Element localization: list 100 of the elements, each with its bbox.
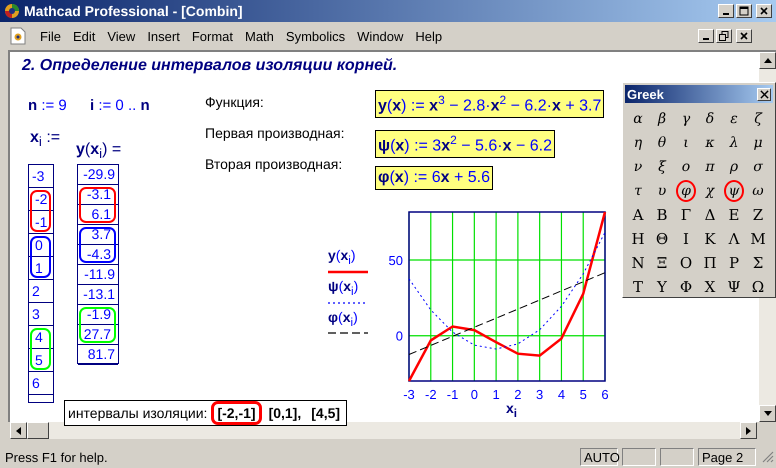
close-button[interactable] [756,4,772,18]
restore-button[interactable] [716,29,732,43]
table-cell: 6 [29,372,53,395]
menu-item[interactable]: Format [186,28,239,44]
math-expression: x$_{i}$ := [30,129,60,150]
greek-symbol-button[interactable]: Σ [746,251,770,275]
close-icon [760,90,768,98]
greek-symbol-button[interactable]: Λ [722,227,746,251]
close-button[interactable] [736,29,752,43]
legend-label: ψ(x$_{i}$) [328,278,358,298]
menu-item[interactable]: Symbolics [280,28,352,44]
axis-tick-label: 5 [580,387,587,402]
menu-item[interactable]: Help [409,28,448,44]
greek-symbol-button[interactable]: φ [676,180,696,202]
greek-symbol-button[interactable]: Ο [674,251,698,275]
document-icon[interactable] [10,27,26,45]
greek-symbol-button[interactable]: α [626,107,650,131]
minimize-button[interactable] [698,29,714,43]
menu-item[interactable]: Window [351,28,410,44]
table-cell: 6.1 [78,205,118,225]
menu-item[interactable]: View [101,28,142,44]
greek-symbol-button[interactable]: Τ [626,275,650,299]
greek-symbol-button[interactable]: Γ [674,203,698,227]
axis-label: x$_{i}$ [506,400,518,420]
table-cell: 2 [29,280,53,303]
greek-symbol-button[interactable]: χ [698,179,722,203]
greek-symbol-button[interactable]: ψ [724,180,744,202]
resize-grip-icon[interactable] [762,451,774,463]
greek-symbol-button[interactable]: ξ [650,155,674,179]
axis-tick-label: 0 [396,328,403,344]
horizontal-scrollbar[interactable] [10,422,757,439]
greek-symbol-button[interactable]: Φ [674,275,698,299]
scroll-right-button[interactable] [740,422,757,439]
close-button[interactable] [757,88,771,100]
formula: y(x) := x$^{3}$ − 2.8·x$^{2}$ − 6.2·x + 3.7 [375,90,604,118]
table-cell: 5 [29,349,53,372]
greek-symbol-button[interactable]: Μ [746,227,770,251]
greek-symbol-button[interactable]: Δ [698,203,722,227]
greek-symbol-button[interactable]: Ω [746,275,770,299]
interval-text: [4,5] [310,404,342,422]
greek-symbol-button[interactable]: ι [674,131,698,155]
axis-tick-label: 2 [514,387,522,402]
window-title: Mathcad Professional - [Combin] [24,3,243,19]
table-cell: -29.9 [78,165,118,185]
greek-symbol-button[interactable]: Ζ [746,203,770,227]
greek-symbol-button[interactable]: Υ [650,275,674,299]
greek-symbol-button[interactable]: Α [626,203,650,227]
menu-item[interactable]: Insert [141,28,186,44]
table-cell: -1 [29,211,53,234]
menu-item[interactable]: Math [239,28,280,44]
scroll-up-button[interactable] [759,52,776,69]
greek-symbol-button[interactable]: Β [650,203,674,227]
greek-symbol-button[interactable]: π [698,155,722,179]
table-cell: -3 [29,165,53,188]
greek-symbol-button[interactable]: η [626,131,650,155]
greek-symbol-button[interactable]: ν [626,155,650,179]
greek-symbol-button[interactable]: ο [674,155,698,179]
greek-symbol-button[interactable]: σ [746,155,770,179]
status-panel [622,448,656,466]
greek-symbol-button[interactable]: Ξ [650,251,674,275]
greek-symbol-button[interactable]: Ν [626,251,650,275]
greek-symbol-button[interactable]: θ [650,131,674,155]
axis-tick-label: 6 [601,387,609,402]
menu-item[interactable]: File [34,28,67,44]
scroll-thumb[interactable] [27,422,49,439]
table-cell: -11.9 [78,265,118,285]
greek-symbol-button[interactable]: ε [722,107,746,131]
app-logo-icon [4,3,20,19]
greek-symbol-button[interactable]: Ι [674,227,698,251]
legend-line [328,270,368,274]
math-expression: y(x$_{i}$) = [76,141,122,162]
greek-symbol-button[interactable]: β [650,107,674,131]
greek-symbol-button[interactable]: Ε [722,203,746,227]
maximize-button[interactable] [736,4,752,18]
menu-item[interactable]: Edit [66,28,102,44]
greek-symbol-button[interactable]: Κ [698,227,722,251]
minimize-button[interactable] [718,4,734,18]
greek-symbol-button[interactable]: Θ [650,227,674,251]
table-cell: -2 [29,188,53,211]
greek-symbol-button[interactable]: τ [626,179,650,203]
greek-symbol-button[interactable]: γ [674,107,698,131]
close-icon [739,31,749,41]
greek-symbol-button[interactable]: ω [746,179,770,203]
greek-symbol-button[interactable]: κ [698,131,722,155]
greek-symbol-button[interactable]: δ [698,107,722,131]
greek-symbol-button[interactable]: Ψ [722,275,746,299]
greek-symbol-button[interactable]: λ [722,131,746,155]
greek-symbol-button[interactable]: μ [746,131,770,155]
greek-symbol-button[interactable]: Η [626,227,650,251]
greek-symbol-button[interactable]: Π [698,251,722,275]
greek-symbol-button[interactable]: υ [650,179,674,203]
equation-label: Функция: [205,94,264,110]
maximize-icon [739,6,749,16]
scroll-down-button[interactable] [759,405,776,422]
table-cell: 27.7 [78,325,118,345]
greek-symbol-button[interactable]: Ρ [722,251,746,275]
greek-symbol-button[interactable]: ζ [746,107,770,131]
greek-symbol-button[interactable]: ρ [722,155,746,179]
scroll-left-button[interactable] [10,422,27,439]
greek-symbol-button[interactable]: Χ [698,275,722,299]
